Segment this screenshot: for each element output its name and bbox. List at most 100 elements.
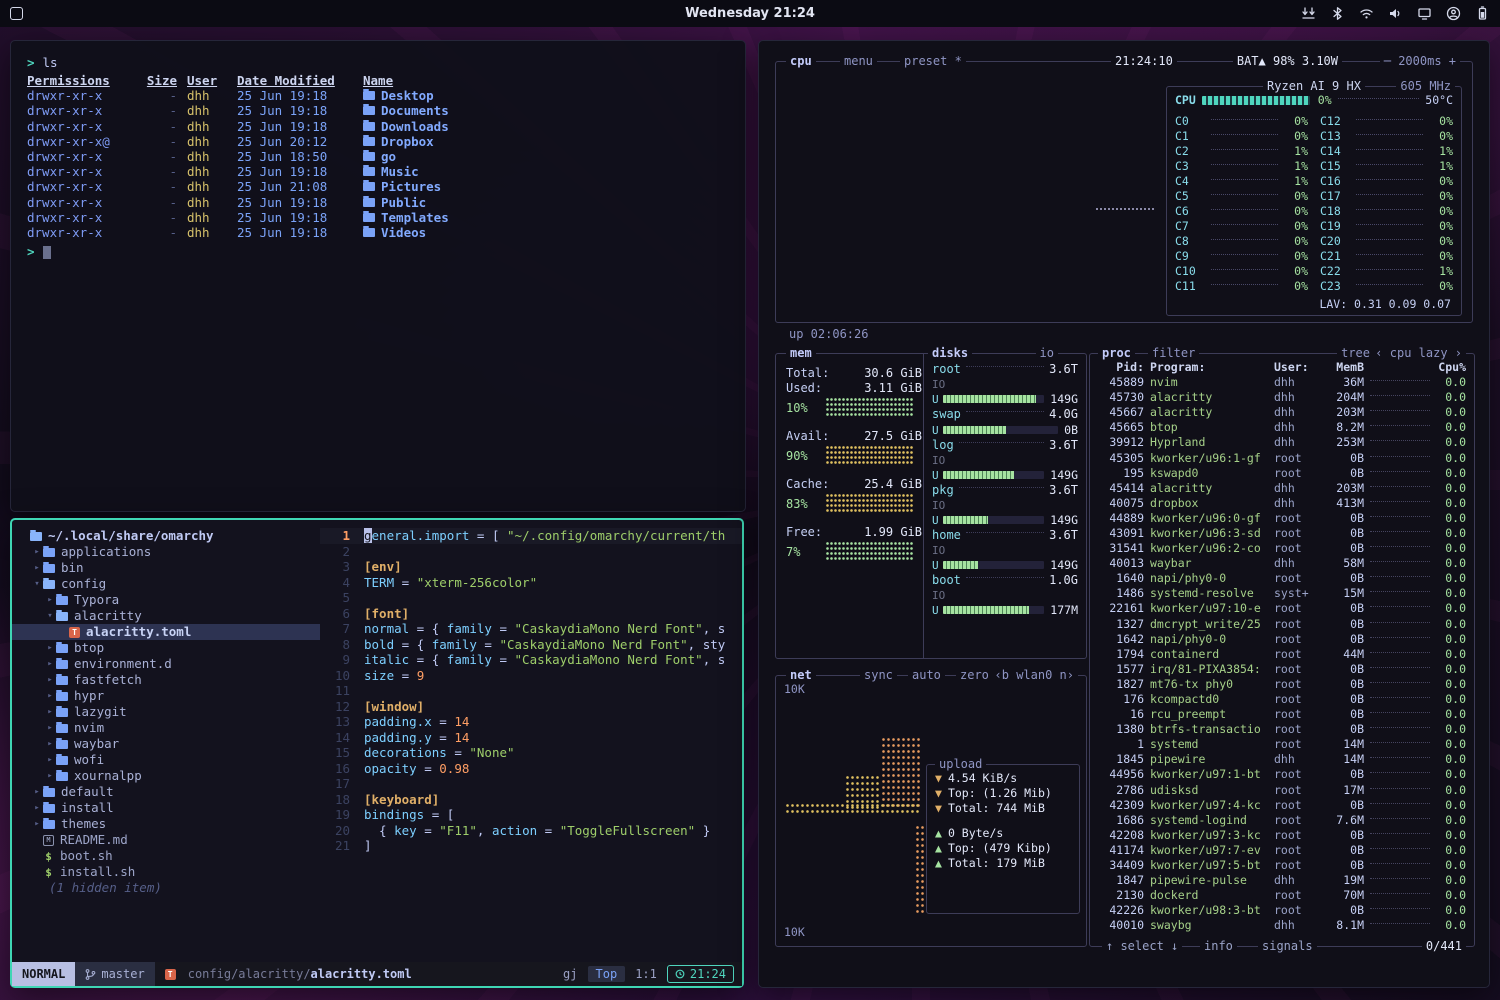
terminal-window-ls[interactable]: > ls Permissions Size User Date Modified… [10,40,746,512]
process-row[interactable]: 16 rcu_preempt root 0B 0.0 [1090,707,1474,722]
tree-item[interactable]: ▸ Typora [12,592,320,608]
battery-icon[interactable] [1475,6,1490,21]
process-row[interactable]: 45414 alacritty dhh 203M 0.0 [1090,481,1474,496]
io-mode-toggle[interactable]: io [1036,346,1058,361]
net-zero-toggle[interactable]: zero [956,668,993,683]
tree-item[interactable]: ▸ waybar [12,736,320,752]
tree-item[interactable]: ▸ wofi [12,752,320,768]
process-row[interactable]: 1327 dmcrypt_write/25 root 0B 0.0 [1090,617,1474,632]
wifi-icon[interactable] [1359,6,1374,21]
tree-toggle[interactable]: tree [1337,346,1374,361]
process-row[interactable]: 1847 pipewire-pulse dhh 19M 0.0 [1090,873,1474,888]
updates-icon[interactable] [1301,6,1316,21]
btop-window[interactable]: cpu menu preset * 21:24:10 BAT▲ 98% 3.10… [758,40,1490,988]
process-row[interactable]: 1577 irq/81-PIXA3854: root 0B 0.0 [1090,662,1474,677]
process-row[interactable]: 1686 systemd-logind root 7.6M 0.0 [1090,813,1474,828]
user-icon[interactable] [1446,6,1461,21]
filter-button[interactable]: filter [1148,346,1199,361]
mem-panel-title[interactable]: mem [786,346,816,361]
preset-button[interactable]: preset * [900,54,966,69]
net-panel-title[interactable]: net [786,668,816,683]
process-row[interactable]: 1486 systemd-resolve syst+ 15M 0.0 [1090,586,1474,601]
process-row[interactable]: 31541 kworker/u96:2-co root 0B 0.0 [1090,541,1474,556]
tree-item[interactable]: ▸ xournalpp [12,768,320,784]
process-row[interactable]: 1640 napi/phy0-0 root 0B 0.0 [1090,571,1474,586]
bluetooth-icon[interactable] [1330,6,1345,21]
process-row[interactable]: 1642 napi/phy0-0 root 0B 0.0 [1090,632,1474,647]
process-row[interactable]: 2786 udisksd root 17M 0.0 [1090,783,1474,798]
process-row[interactable]: 34409 kworker/u97:5-bt root 0B 0.0 [1090,858,1474,873]
tree-item[interactable]: install.sh [12,864,320,880]
tree-item[interactable]: ▸ fastfetch [12,672,320,688]
process-row[interactable]: 40075 dropbox dhh 413M 0.0 [1090,496,1474,511]
tree-item[interactable]: ▸ environment.d [12,656,320,672]
process-row[interactable]: 39912 Hyprland dhh 253M 0.0 [1090,435,1474,450]
tree-item[interactable]: ▸ default [12,784,320,800]
refresh-interval[interactable]: ─ 2000ms + [1380,54,1460,69]
tree-item[interactable]: ▸ nvim [12,720,320,736]
net-interface[interactable]: ‹b wlan0 n› [991,668,1078,683]
process-row[interactable]: 45667 alacritty dhh 203M 0.0 [1090,405,1474,420]
process-row[interactable]: 40010 swaybg dhh 8.1M 0.0 [1090,918,1474,933]
process-row[interactable]: 45305 kworker/u96:1-gf root 0B 0.0 [1090,450,1474,465]
tree-item[interactable]: (1 hidden item) [12,880,320,896]
tree-item[interactable]: alacritty.toml [12,624,320,640]
process-row[interactable]: 42226 kworker/u98:3-bt root 0B 0.0 [1090,903,1474,918]
process-row[interactable]: 43091 kworker/u96:3-sd root 0B 0.0 [1090,526,1474,541]
process-row[interactable]: 195 kswapd0 root 0B 0.0 [1090,466,1474,481]
col-pid[interactable]: Pid: [1098,360,1144,375]
col-program[interactable]: Program: [1150,360,1268,375]
tree-item[interactable]: ▾ config [12,576,320,592]
tree-item[interactable]: boot.sh [12,848,320,864]
process-row[interactable]: 1845 pipewire dhh 14M 0.0 [1090,752,1474,767]
process-row[interactable]: 22161 kworker/u97:10-e root 0B 0.0 [1090,601,1474,616]
display-icon[interactable] [1417,6,1432,21]
select-hint[interactable]: ↑ select ↓ [1102,939,1182,954]
process-row[interactable]: 2130 dockerd root 70M 0.0 [1090,888,1474,903]
cpu-panel-title[interactable]: cpu [786,54,816,69]
tree-item[interactable]: ▸ themes [12,816,320,832]
info-button[interactable]: info [1200,939,1237,954]
process-row[interactable]: 1794 containerd root 44M 0.0 [1090,647,1474,662]
process-row[interactable]: 45889 nvim dhh 36M 0.0 [1090,375,1474,390]
process-row[interactable]: 41174 kworker/u97:7-ev root 0B 0.0 [1090,843,1474,858]
process-row[interactable]: 176 kcompactd0 root 0B 0.0 [1090,692,1474,707]
process-row[interactable]: 42208 kworker/u97:3-kc root 0B 0.0 [1090,828,1474,843]
process-name: kworker/u97:5-bt [1150,858,1268,873]
file-name: Music [381,164,419,179]
git-branch[interactable]: master [75,962,154,986]
process-row[interactable]: 44956 kworker/u97:1-bt root 0B 0.0 [1090,767,1474,782]
code-editor[interactable]: 1 general.import = [ "~/.config/omarchy/… [320,526,742,962]
sort-selector[interactable]: ‹ cpu lazy › [1371,346,1466,361]
col-mem[interactable]: MemB [1320,360,1364,375]
process-row[interactable]: 44889 kworker/u96:0-gf root 0B 0.0 [1090,511,1474,526]
col-user[interactable]: User: [1274,360,1314,375]
menu-button[interactable]: menu [840,54,877,69]
tree-item[interactable]: ▾ alacritty [12,608,320,624]
col-cpu[interactable]: Cpu% [1436,360,1466,375]
signals-button[interactable]: signals [1258,939,1317,954]
net-sync-toggle[interactable]: sync [860,668,897,683]
process-row[interactable]: 1827 mt76-tx phy0 root 0B 0.0 [1090,677,1474,692]
tree-item[interactable]: ▸ lazygit [12,704,320,720]
process-cpu: 0.0 [1436,813,1466,828]
process-row[interactable]: 1380 btrfs-transactio root 0B 0.0 [1090,722,1474,737]
process-row[interactable]: 42309 kworker/u97:4-kc root 0B 0.0 [1090,798,1474,813]
file-type-icon [43,835,54,846]
process-row[interactable]: 40013 waybar dhh 58M 0.0 [1090,556,1474,571]
tree-item[interactable]: ▸ btop [12,640,320,656]
tree-item[interactable]: ▸ applications [12,544,320,560]
tree-item[interactable]: ~/.local/share/omarchy [12,528,320,544]
process-row[interactable]: 45665 btop dhh 8.2M 0.0 [1090,420,1474,435]
process-row[interactable]: 45730 alacritty dhh 204M 0.0 [1090,390,1474,405]
disks-panel-title[interactable]: disks [928,346,972,361]
process-row[interactable]: 1 systemd root 14M 0.0 [1090,737,1474,752]
tree-item[interactable]: ▸ install [12,800,320,816]
proc-panel-title[interactable]: proc [1098,346,1135,361]
tree-item[interactable]: ▸ hypr [12,688,320,704]
net-auto-toggle[interactable]: auto [908,668,945,683]
editor-window[interactable]: ~/.local/share/omarchy ▸ applications ▸ … [10,518,744,988]
tree-item[interactable]: README.md [12,832,320,848]
tree-item[interactable]: ▸ bin [12,560,320,576]
volume-icon[interactable] [1388,6,1403,21]
